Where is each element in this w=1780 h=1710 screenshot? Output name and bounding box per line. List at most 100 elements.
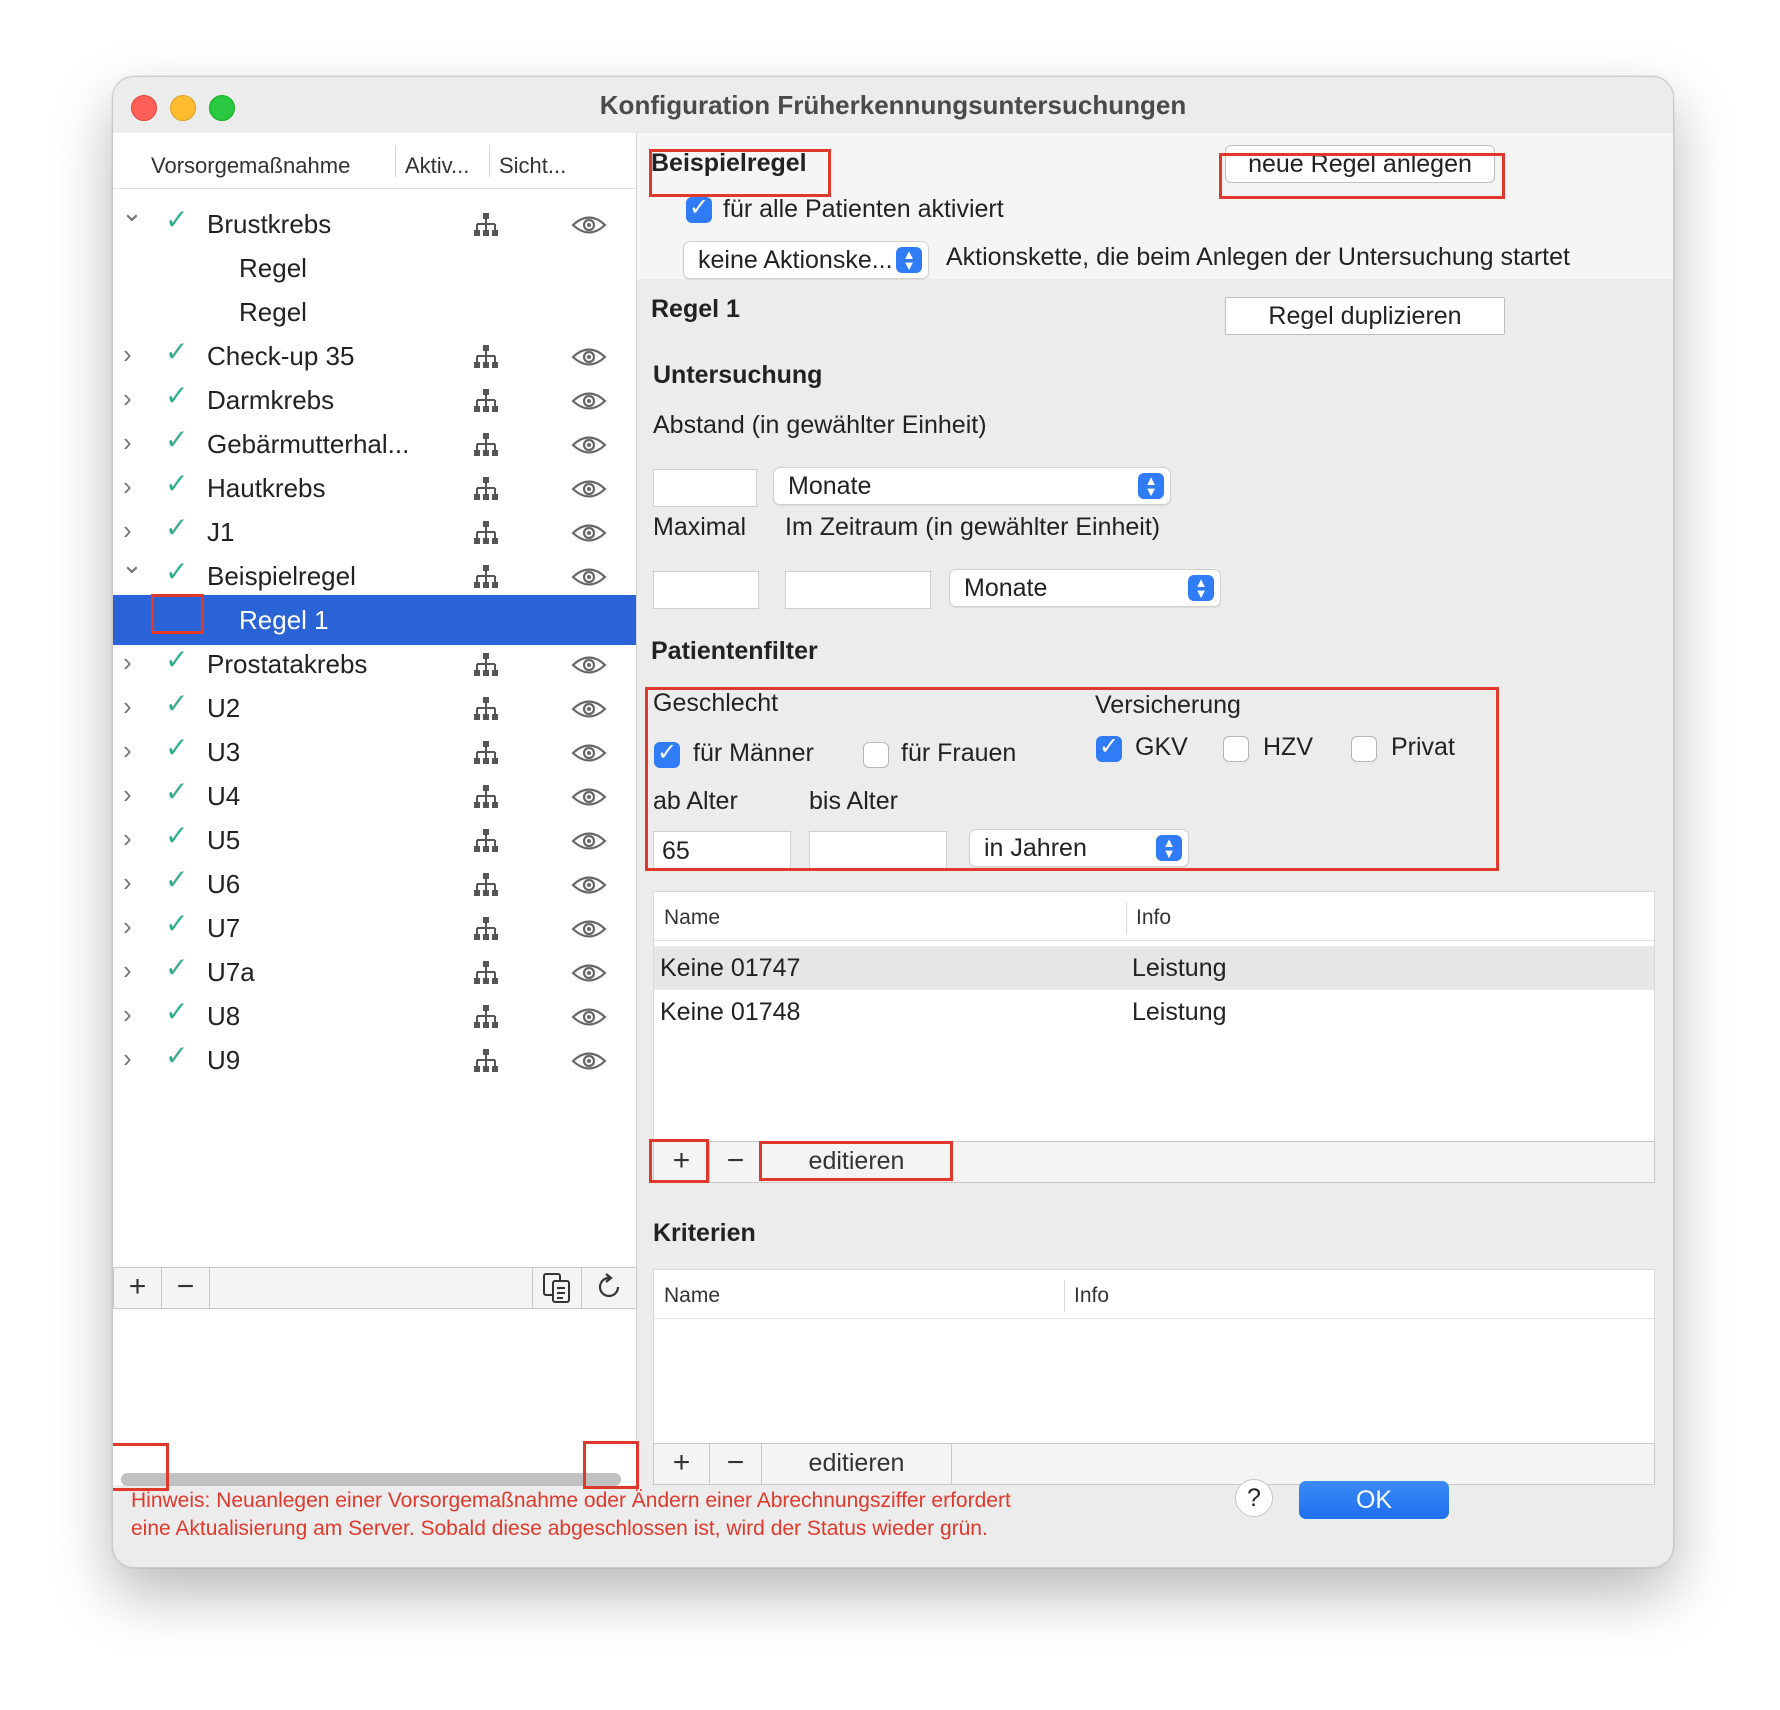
eye-icon[interactable] xyxy=(571,1049,607,1078)
eye-icon[interactable] xyxy=(571,521,607,550)
action-chain-select[interactable]: keine Aktionske... ▲ ▼ xyxy=(683,241,929,279)
outline-row[interactable]: ⌄ ✓ Beispielregel xyxy=(113,551,636,601)
maenner-checkbox[interactable] xyxy=(654,738,680,768)
eye-icon[interactable] xyxy=(571,873,607,902)
chevron-right-icon[interactable]: › xyxy=(123,869,132,895)
hierarchy-icon[interactable] xyxy=(473,520,499,551)
outline-child-row[interactable]: Regel 1 xyxy=(113,595,636,645)
eye-icon[interactable] xyxy=(571,829,607,858)
column-header-vorsorge[interactable]: Vorsorgemaßnahme xyxy=(151,153,350,179)
hierarchy-icon[interactable] xyxy=(473,1004,499,1035)
eye-icon[interactable] xyxy=(571,433,607,462)
eye-icon[interactable] xyxy=(571,785,607,814)
eye-icon[interactable] xyxy=(571,477,607,506)
maximal-input[interactable] xyxy=(653,571,759,609)
add-vorsorge-button[interactable]: + xyxy=(114,1268,162,1308)
chevron-right-icon[interactable]: › xyxy=(123,825,132,851)
hierarchy-icon[interactable] xyxy=(473,388,499,419)
chevron-right-icon[interactable]: › xyxy=(123,1045,132,1071)
duplicate-rule-button[interactable]: Regel duplizieren xyxy=(1225,297,1505,335)
outline-row[interactable]: › ✓ U6 xyxy=(113,859,636,909)
abstand-unit-select[interactable]: Monate ▲ ▼ xyxy=(773,467,1171,505)
outline-row[interactable]: › ✓ U7 xyxy=(113,903,636,953)
outline-row[interactable]: › ✓ U8 xyxy=(113,991,636,1041)
eye-icon[interactable] xyxy=(571,653,607,682)
eye-icon[interactable] xyxy=(571,213,607,242)
hierarchy-icon[interactable] xyxy=(473,784,499,815)
chevron-right-icon[interactable]: › xyxy=(123,693,132,719)
chevron-right-icon[interactable]: › xyxy=(123,957,132,983)
edit-kriterium-button[interactable]: editieren xyxy=(762,1444,952,1484)
eye-icon[interactable] xyxy=(571,345,607,374)
hierarchy-icon[interactable] xyxy=(473,432,499,463)
new-rule-button[interactable]: neue Regel anlegen xyxy=(1225,145,1495,183)
hierarchy-icon[interactable] xyxy=(473,740,499,771)
hierarchy-icon[interactable] xyxy=(473,828,499,859)
remove-leistung-button[interactable]: − xyxy=(710,1142,762,1182)
chevron-right-icon[interactable]: › xyxy=(123,429,132,455)
chevron-down-icon[interactable]: ⌄ xyxy=(121,551,143,577)
outline-row[interactable]: ⌄ ✓ Brustkrebs xyxy=(113,199,636,249)
outline-row[interactable]: › ✓ Hautkrebs xyxy=(113,463,636,513)
hierarchy-icon[interactable] xyxy=(473,696,499,727)
zeitraum-input[interactable] xyxy=(785,571,931,609)
eye-icon[interactable] xyxy=(571,961,607,990)
zeitraum-unit-select[interactable]: Monate ▲ ▼ xyxy=(949,569,1221,607)
frauen-checkbox[interactable] xyxy=(863,742,889,768)
chevron-right-icon[interactable]: › xyxy=(123,473,132,499)
outline-row[interactable]: › ✓ U2 xyxy=(113,683,636,733)
outline-row[interactable]: › ✓ Prostatakrebs xyxy=(113,639,636,689)
outline-row[interactable]: › ✓ U7a xyxy=(113,947,636,997)
table-row[interactable]: Keine 01747 Leistung xyxy=(654,946,1654,990)
add-kriterium-button[interactable]: + xyxy=(654,1444,710,1484)
column-header-name[interactable]: Name xyxy=(664,906,720,930)
all-patients-checkbox[interactable] xyxy=(686,193,712,223)
eye-icon[interactable] xyxy=(571,917,607,946)
chevron-down-icon[interactable]: ⌄ xyxy=(121,199,143,225)
outline-row[interactable]: › ✓ U9 xyxy=(113,1035,636,1085)
column-header-info[interactable]: Info xyxy=(1136,906,1171,930)
chevron-right-icon[interactable]: › xyxy=(123,913,132,939)
outline-row[interactable]: › ✓ U4 xyxy=(113,771,636,821)
remove-vorsorge-button[interactable]: − xyxy=(162,1268,210,1308)
hierarchy-icon[interactable] xyxy=(473,344,499,375)
horizontal-scrollbar[interactable] xyxy=(121,1473,621,1486)
column-header-sicht[interactable]: Sicht... xyxy=(499,153,566,179)
eye-icon[interactable] xyxy=(571,697,607,726)
chevron-right-icon[interactable]: › xyxy=(123,737,132,763)
add-leistung-button[interactable]: + xyxy=(654,1142,710,1182)
outline-child-row[interactable]: Regel xyxy=(113,287,636,337)
remove-kriterium-button[interactable]: − xyxy=(710,1444,762,1484)
outline-row[interactable]: › ✓ U5 xyxy=(113,815,636,865)
hierarchy-icon[interactable] xyxy=(473,1048,499,1079)
chevron-right-icon[interactable]: › xyxy=(123,1001,132,1027)
outline-child-row[interactable]: Regel xyxy=(113,243,636,293)
copy-button[interactable] xyxy=(532,1268,582,1308)
ok-button[interactable]: OK xyxy=(1299,1481,1449,1519)
outline-row[interactable]: › ✓ Gebärmutterhal... xyxy=(113,419,636,469)
hierarchy-icon[interactable] xyxy=(473,872,499,903)
chevron-right-icon[interactable]: › xyxy=(123,385,132,411)
alter-unit-select[interactable]: in Jahren ▲ ▼ xyxy=(969,829,1189,867)
hierarchy-icon[interactable] xyxy=(473,960,499,991)
eye-icon[interactable] xyxy=(571,565,607,594)
gkv-checkbox[interactable] xyxy=(1096,732,1122,762)
hierarchy-icon[interactable] xyxy=(473,476,499,507)
eye-icon[interactable] xyxy=(571,389,607,418)
abstand-input[interactable] xyxy=(653,469,757,507)
privat-checkbox[interactable] xyxy=(1351,736,1377,762)
column-header-name[interactable]: Name xyxy=(664,1284,720,1308)
eye-icon[interactable] xyxy=(571,741,607,770)
hierarchy-icon[interactable] xyxy=(473,916,499,947)
hierarchy-icon[interactable] xyxy=(473,652,499,683)
outline-row[interactable]: › ✓ U3 xyxy=(113,727,636,777)
chevron-right-icon[interactable]: › xyxy=(123,649,132,675)
outline-row[interactable]: › ✓ Darmkrebs xyxy=(113,375,636,425)
table-row[interactable]: Keine 01748 Leistung xyxy=(654,990,1654,1034)
ab-alter-input[interactable]: 65 xyxy=(653,831,791,869)
bis-alter-input[interactable] xyxy=(809,831,947,869)
edit-leistung-button[interactable]: editieren xyxy=(762,1142,952,1182)
refresh-button[interactable] xyxy=(582,1268,636,1308)
chevron-right-icon[interactable]: › xyxy=(123,517,132,543)
eye-icon[interactable] xyxy=(571,1005,607,1034)
